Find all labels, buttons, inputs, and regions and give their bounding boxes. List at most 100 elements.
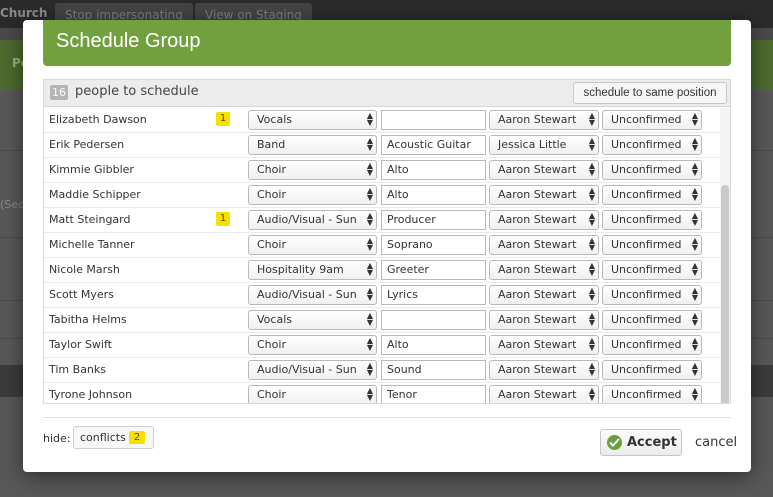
person-name: Erik Pedersen xyxy=(49,138,125,151)
leader-select[interactable]: Aaron Stewart ▲ ▼ xyxy=(489,185,599,205)
team-select[interactable]: Choir ▲ ▼ xyxy=(248,235,377,255)
select-arrows-icon: ▲ ▼ xyxy=(588,386,595,402)
people-count-badge: 16 xyxy=(50,85,68,100)
conflicts-label: conflicts xyxy=(80,431,126,444)
team-select[interactable]: Choir ▲ ▼ xyxy=(248,160,377,180)
leader-select-value: Aaron Stewart xyxy=(498,388,577,401)
status-select-value: Unconfirmed xyxy=(611,363,682,376)
position-input[interactable] xyxy=(381,110,486,130)
status-select[interactable]: Unconfirmed ▲ ▼ xyxy=(602,260,702,280)
person-name: Tabitha Helms xyxy=(49,313,127,326)
accept-button[interactable]: Accept xyxy=(600,429,682,456)
status-select[interactable]: Unconfirmed ▲ ▼ xyxy=(602,235,702,255)
position-input[interactable]: Lyrics xyxy=(381,285,486,305)
leader-select[interactable]: Aaron Stewart ▲ ▼ xyxy=(489,210,599,230)
team-select-value: Hospitality 9am xyxy=(257,263,344,276)
leader-select-value: Aaron Stewart xyxy=(498,338,577,351)
select-arrows-icon: ▲ ▼ xyxy=(366,386,373,402)
position-input[interactable]: Tenor xyxy=(381,385,486,403)
status-select-value: Unconfirmed xyxy=(611,188,682,201)
team-select[interactable]: Audio/Visual - Sun ▲ ▼ xyxy=(248,210,377,230)
select-arrows-icon: ▲ ▼ xyxy=(366,236,373,252)
person-row: Scott Myers Audio/Visual - Sun ▲ ▼ Lyrics Aar… xyxy=(44,283,720,308)
select-arrows-icon: ▲ ▼ xyxy=(588,311,595,327)
select-arrows-icon: ▲ ▼ xyxy=(588,286,595,302)
select-arrows-icon: ▲ ▼ xyxy=(366,336,373,352)
status-select[interactable]: Unconfirmed ▲ ▼ xyxy=(602,335,702,355)
leader-select[interactable]: Aaron Stewart ▲ ▼ xyxy=(489,285,599,305)
person-row: Tim Banks Audio/Visual - Sun ▲ ▼ Sound Aaron … xyxy=(44,358,720,383)
person-row: Tabitha Helms Vocals ▲ ▼ Aaron Stewart ▲ ▼ Unco… xyxy=(44,308,720,333)
position-input[interactable]: Alto xyxy=(381,335,486,355)
people-panel-header: 16 people to schedule schedule to same p… xyxy=(44,80,730,107)
status-select[interactable]: Unconfirmed ▲ ▼ xyxy=(602,160,702,180)
team-select[interactable]: Choir ▲ ▼ xyxy=(248,385,377,403)
team-select[interactable]: Audio/Visual - Sun ▲ ▼ xyxy=(248,285,377,305)
status-select[interactable]: Unconfirmed ▲ ▼ xyxy=(602,385,702,403)
select-arrows-icon: ▲ ▼ xyxy=(588,136,595,152)
team-select[interactable]: Band ▲ ▼ xyxy=(248,135,377,155)
select-arrows-icon: ▲ ▼ xyxy=(691,186,698,202)
scrollbar-thumb[interactable] xyxy=(721,185,729,403)
person-name: Kimmie Gibbler xyxy=(49,163,134,176)
team-select[interactable]: Vocals ▲ ▼ xyxy=(248,110,377,130)
leader-select[interactable]: Aaron Stewart ▲ ▼ xyxy=(489,360,599,380)
status-select-value: Unconfirmed xyxy=(611,338,682,351)
status-select[interactable]: Unconfirmed ▲ ▼ xyxy=(602,185,702,205)
team-select[interactable]: Audio/Visual - Sun ▲ ▼ xyxy=(248,360,377,380)
position-input[interactable]: Soprano xyxy=(381,235,486,255)
schedule-group-modal: Schedule Group 16 people to schedule sch… xyxy=(23,20,751,472)
select-arrows-icon: ▲ ▼ xyxy=(366,311,373,327)
select-arrows-icon: ▲ ▼ xyxy=(366,161,373,177)
leader-select[interactable]: Aaron Stewart ▲ ▼ xyxy=(489,335,599,355)
select-arrows-icon: ▲ ▼ xyxy=(366,361,373,377)
leader-select[interactable]: Aaron Stewart ▲ ▼ xyxy=(489,160,599,180)
position-input[interactable]: Alto xyxy=(381,185,486,205)
position-input[interactable]: Sound xyxy=(381,360,486,380)
position-input[interactable]: Acoustic Guitar xyxy=(381,135,486,155)
leader-select[interactable]: Aaron Stewart ▲ ▼ xyxy=(489,235,599,255)
team-select[interactable]: Choir ▲ ▼ xyxy=(248,185,377,205)
leader-select[interactable]: Aaron Stewart ▲ ▼ xyxy=(489,110,599,130)
conflict-count-badge: 1 xyxy=(216,212,230,226)
leader-select[interactable]: Jessica Little ▲ ▼ xyxy=(489,135,599,155)
team-select[interactable]: Vocals ▲ ▼ xyxy=(248,310,377,330)
person-row: Michelle Tanner Choir ▲ ▼ Soprano Aaron Stewa… xyxy=(44,233,720,258)
leader-select-value: Aaron Stewart xyxy=(498,113,577,126)
cancel-link[interactable]: cancel xyxy=(695,435,737,450)
leader-select[interactable]: Aaron Stewart ▲ ▼ xyxy=(489,310,599,330)
status-select[interactable]: Unconfirmed ▲ ▼ xyxy=(602,285,702,305)
leader-select-value: Aaron Stewart xyxy=(498,163,577,176)
select-arrows-icon: ▲ ▼ xyxy=(691,136,698,152)
team-select[interactable]: Choir ▲ ▼ xyxy=(248,335,377,355)
select-arrows-icon: ▲ ▼ xyxy=(588,236,595,252)
status-select[interactable]: Unconfirmed ▲ ▼ xyxy=(602,310,702,330)
leader-select-value: Aaron Stewart xyxy=(498,188,577,201)
schedule-same-position-button[interactable]: schedule to same position xyxy=(573,82,727,104)
position-input[interactable]: Greeter xyxy=(381,260,486,280)
person-name: Tim Banks xyxy=(49,363,107,376)
person-row: Tyrone Johnson Choir ▲ ▼ Tenor Aaron Stewart ▲… xyxy=(44,383,720,403)
team-select[interactable]: Hospitality 9am ▲ ▼ xyxy=(248,260,377,280)
status-select[interactable]: Unconfirmed ▲ ▼ xyxy=(602,360,702,380)
hide-label: hide: xyxy=(43,432,71,445)
background-org-name: Church xyxy=(0,6,48,20)
status-select[interactable]: Unconfirmed ▲ ▼ xyxy=(602,210,702,230)
status-select[interactable]: Unconfirmed ▲ ▼ xyxy=(602,110,702,130)
hide-conflicts-toggle[interactable]: conflicts 2 xyxy=(73,426,154,449)
position-input[interactable] xyxy=(381,310,486,330)
position-input[interactable]: Alto xyxy=(381,160,486,180)
person-name: Scott Myers xyxy=(49,288,114,301)
team-select-value: Choir xyxy=(257,388,286,401)
select-arrows-icon: ▲ ▼ xyxy=(588,111,595,127)
person-name: Taylor Swift xyxy=(49,338,112,351)
select-arrows-icon: ▲ ▼ xyxy=(691,336,698,352)
leader-select[interactable]: Aaron Stewart ▲ ▼ xyxy=(489,260,599,280)
position-input[interactable]: Producer xyxy=(381,210,486,230)
leader-select[interactable]: Aaron Stewart ▲ ▼ xyxy=(489,385,599,403)
people-panel: 16 people to schedule schedule to same p… xyxy=(43,79,731,404)
status-select[interactable]: Unconfirmed ▲ ▼ xyxy=(602,135,702,155)
select-arrows-icon: ▲ ▼ xyxy=(366,136,373,152)
background-side-text: (Sec xyxy=(0,198,25,211)
team-select-value: Choir xyxy=(257,163,286,176)
